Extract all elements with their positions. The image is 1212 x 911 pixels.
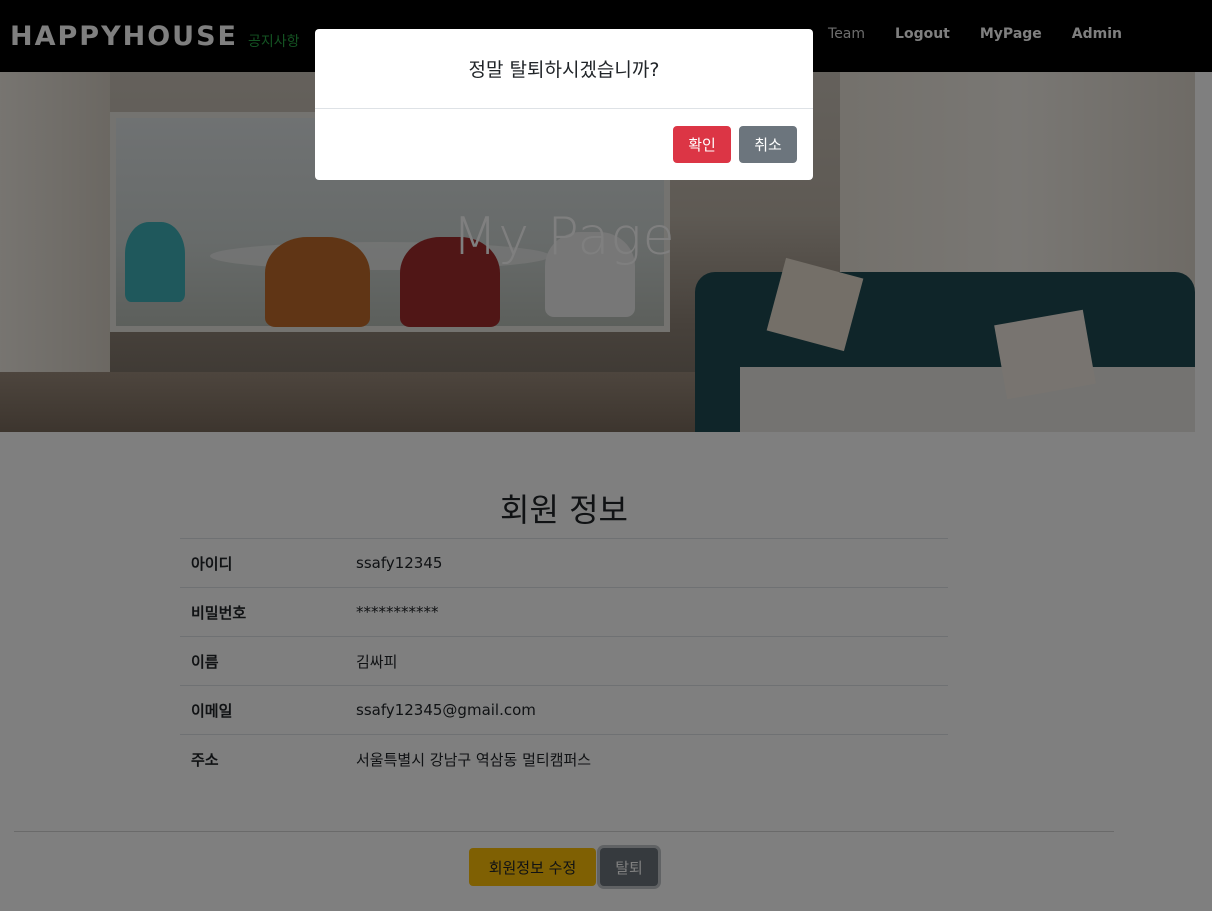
confirm-dialog: 정말 탈퇴하시겠습니까? 확인 취소 bbox=[315, 29, 813, 180]
dialog-message: 정말 탈퇴하시겠습니까? bbox=[315, 29, 813, 109]
dialog-footer: 확인 취소 bbox=[315, 109, 813, 179]
confirm-button[interactable]: 확인 bbox=[673, 126, 731, 163]
cancel-button[interactable]: 취소 bbox=[739, 126, 797, 163]
